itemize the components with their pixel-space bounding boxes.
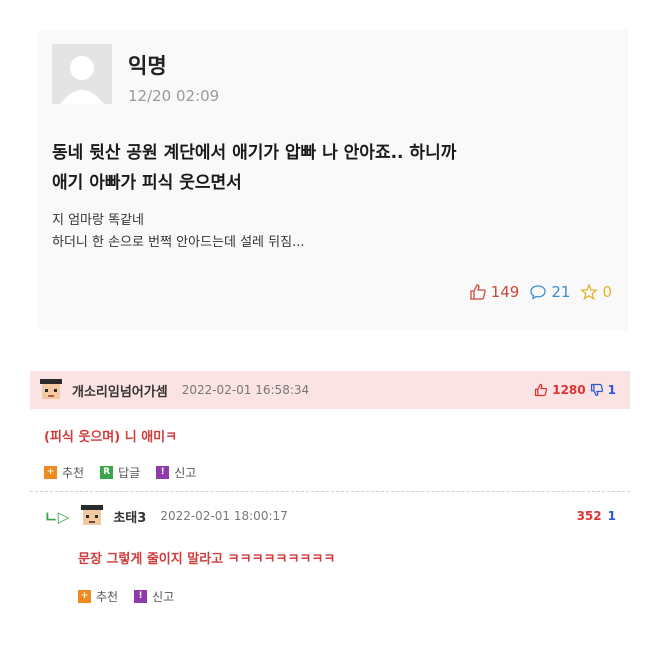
downvote-count: 1 xyxy=(607,383,616,397)
recommend-button[interactable]: + 추천 xyxy=(78,588,118,605)
upvote-count[interactable]: 352 xyxy=(577,509,602,523)
reply-button[interactable]: R 답글 xyxy=(100,464,140,481)
report-icon: ! xyxy=(156,466,170,479)
downvote-count[interactable]: 1 xyxy=(608,509,616,523)
comment-header: 개소리임넘어가셈 2022-02-01 16:58:34 1280 1 xyxy=(30,371,630,409)
post-title-line: 애기 아빠가 피식 웃으면서 xyxy=(52,173,242,193)
report-label: 신고 xyxy=(152,590,175,604)
post-body-line: 지 엄마랑 똑같네 xyxy=(52,213,144,228)
post-timestamp: 12/20 02:09 xyxy=(128,87,220,105)
reply-actions: + 추천 ! 신고 xyxy=(78,588,174,605)
report-button[interactable]: ! 신고 xyxy=(156,464,196,481)
comment-divider xyxy=(30,491,630,492)
comment-text: (피식 웃으며) 니 애미ㅋ xyxy=(44,430,178,445)
recommend-icon: + xyxy=(78,590,91,603)
comment-date: 2022-02-01 16:58:34 xyxy=(181,383,310,397)
upvote-count: 1280 xyxy=(552,383,586,397)
speech-bubble-icon xyxy=(530,285,547,300)
comment-count: 21 xyxy=(551,283,571,301)
post-title: 동네 뒷산 공원 계단에서 애기가 압빠 나 안아죠.. 하니까 애기 아빠가 … xyxy=(52,138,612,198)
post-card: 익명 12/20 02:09 동네 뒷산 공원 계단에서 애기가 압빠 나 안아… xyxy=(38,30,628,330)
user-avatar-icon xyxy=(38,377,64,403)
recommend-label: 추천 xyxy=(62,466,85,480)
post-title-line: 동네 뒷산 공원 계단에서 애기가 압빠 나 안아죠.. 하니까 xyxy=(52,143,457,163)
post-body-line: 하더니 한 손으로 번쩍 안아드는데 설레 뒤짐... xyxy=(52,235,305,250)
scrap-count: 0 xyxy=(602,283,612,301)
thumbs-up-icon[interactable] xyxy=(534,383,548,397)
recommend-icon: + xyxy=(44,466,57,479)
commenter-name[interactable]: 개소리임넘어가셈 xyxy=(72,381,168,400)
thumbs-down-icon[interactable] xyxy=(590,383,604,397)
star-icon xyxy=(580,283,599,301)
reply-text: 문장 그렇게 줄이지 말라고 ㅋㅋㅋㅋㅋㅋㅋㅋㅋ xyxy=(78,552,336,567)
reply-votes: 352 1 xyxy=(577,509,616,523)
comment-date: 2022-02-01 18:00:17 xyxy=(160,509,288,523)
comment-actions: + 추천 R 답글 ! 신고 xyxy=(44,464,196,481)
reply-header: ㄴ▷ 초태3 2022-02-01 18:00:17 352 1 xyxy=(30,500,630,532)
comment-stat[interactable]: 21 xyxy=(529,283,570,301)
thumbs-up-icon xyxy=(470,284,486,300)
report-label: 신고 xyxy=(174,466,197,480)
post-stats: 149 21 0 xyxy=(469,283,612,301)
like-count: 149 xyxy=(490,283,520,301)
reply-icon: R xyxy=(100,466,114,479)
reply-label: 답글 xyxy=(118,466,141,480)
report-icon: ! xyxy=(134,590,148,603)
page: 익명 12/20 02:09 동네 뒷산 공원 계단에서 애기가 압빠 나 안아… xyxy=(0,0,658,654)
recommend-button[interactable]: + 추천 xyxy=(44,464,84,481)
comment-votes: 1280 1 xyxy=(534,383,616,397)
commenter-name[interactable]: 초태3 xyxy=(113,507,146,526)
post-body: 지 엄마랑 똑같네 하더니 한 손으로 번쩍 안아드는데 설레 뒤짐... xyxy=(52,210,612,254)
scrap-stat[interactable]: 0 xyxy=(580,283,612,301)
recommend-label: 추천 xyxy=(96,590,119,604)
like-stat[interactable]: 149 xyxy=(469,283,520,301)
user-avatar-icon xyxy=(79,503,105,529)
report-button[interactable]: ! 신고 xyxy=(134,588,174,605)
reply-arrow-icon: ㄴ▷ xyxy=(44,507,70,526)
anonymous-avatar-icon xyxy=(52,44,112,104)
post-author: 익명 xyxy=(128,54,167,78)
